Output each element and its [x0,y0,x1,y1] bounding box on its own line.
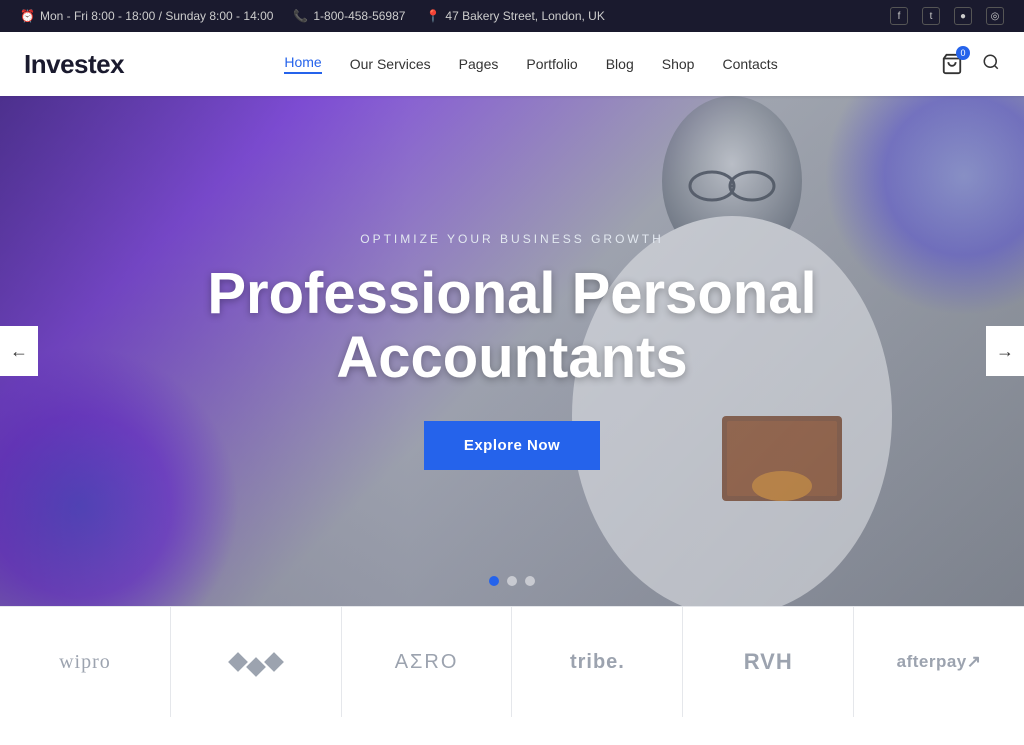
arrow-right-icon: → [996,341,1014,362]
client-aero: AΣRO [342,607,513,717]
top-bar-left: ⏰ Mon - Fri 8:00 - 18:00 / Sunday 8:00 -… [20,9,605,23]
arrow-left-icon: ← [10,341,28,362]
hours-item: ⏰ Mon - Fri 8:00 - 18:00 / Sunday 8:00 -… [20,9,273,23]
phone-text: 1-800-458-56987 [313,9,405,23]
hero-subtitle: Optimize Your Business Growth [182,232,842,246]
cart-badge: 0 [956,46,970,60]
search-button[interactable] [982,53,1000,76]
client-rvh: RVH [683,607,854,717]
carousel-dot-3[interactable] [525,576,535,586]
address-text: 47 Bakery Street, London, UK [445,9,604,23]
client-logo-rvh: RVH [744,649,793,675]
diamond-2 [246,657,266,677]
web-icon[interactable]: ● [954,7,972,25]
client-logo-diamonds [231,650,281,674]
nav-pages[interactable]: Pages [459,56,499,72]
carousel-next-button[interactable]: → [986,326,1024,376]
hero-section: ← Optimize Your Business Growth Professi… [0,96,1024,606]
social-links: f t ● ◎ [890,7,1004,25]
client-wipro: wipro [0,607,171,717]
explore-now-button[interactable]: Explore Now [424,421,600,470]
client-logo-afterpay: afterpay↗ [897,652,982,672]
carousel-dot-1[interactable] [489,576,499,586]
cart-button[interactable]: 0 [938,50,966,78]
nav-shop[interactable]: Shop [662,56,695,72]
carousel-dots [489,576,535,586]
client-tribe: tribe. [512,607,683,717]
header: Investex Home Our Services Pages Portfol… [0,32,1024,96]
diamond-1 [228,652,248,672]
top-bar: ⏰ Mon - Fri 8:00 - 18:00 / Sunday 8:00 -… [0,0,1024,32]
diamond-3 [264,652,284,672]
client-logo-aero: AΣRO [395,651,459,674]
carousel-dot-2[interactable] [507,576,517,586]
client-logo-wipro: wipro [59,651,111,674]
twitter-icon[interactable]: t [922,7,940,25]
client-logo-tribe: tribe. [570,651,625,674]
nav-our-services[interactable]: Our Services [350,56,431,72]
nav-portfolio[interactable]: Portfolio [526,56,577,72]
hero-title: Professional Personal Accountants [182,262,842,390]
nav-home[interactable]: Home [284,54,321,74]
nav-blog[interactable]: Blog [606,56,634,72]
clock-icon: ⏰ [20,9,35,23]
instagram-icon[interactable]: ◎ [986,7,1004,25]
nav-contacts[interactable]: Contacts [722,56,777,72]
header-right: 0 [938,50,1000,78]
location-icon: 📍 [425,9,440,23]
carousel-prev-button[interactable]: ← [0,326,38,376]
client-diamonds [171,607,342,717]
phone-item: 📞 1-800-458-56987 [293,9,405,23]
phone-icon: 📞 [293,9,308,23]
hero-content: Optimize Your Business Growth Profession… [162,232,862,471]
client-afterpay: afterpay↗ [854,607,1024,717]
logo[interactable]: Investex [24,49,124,80]
clients-bar: wipro AΣRO tribe. RVH afterpay↗ [0,606,1024,717]
address-item: 📍 47 Bakery Street, London, UK [425,9,604,23]
main-nav: Home Our Services Pages Portfolio Blog S… [284,54,777,74]
hours-text: Mon - Fri 8:00 - 18:00 / Sunday 8:00 - 1… [40,9,273,23]
facebook-icon[interactable]: f [890,7,908,25]
